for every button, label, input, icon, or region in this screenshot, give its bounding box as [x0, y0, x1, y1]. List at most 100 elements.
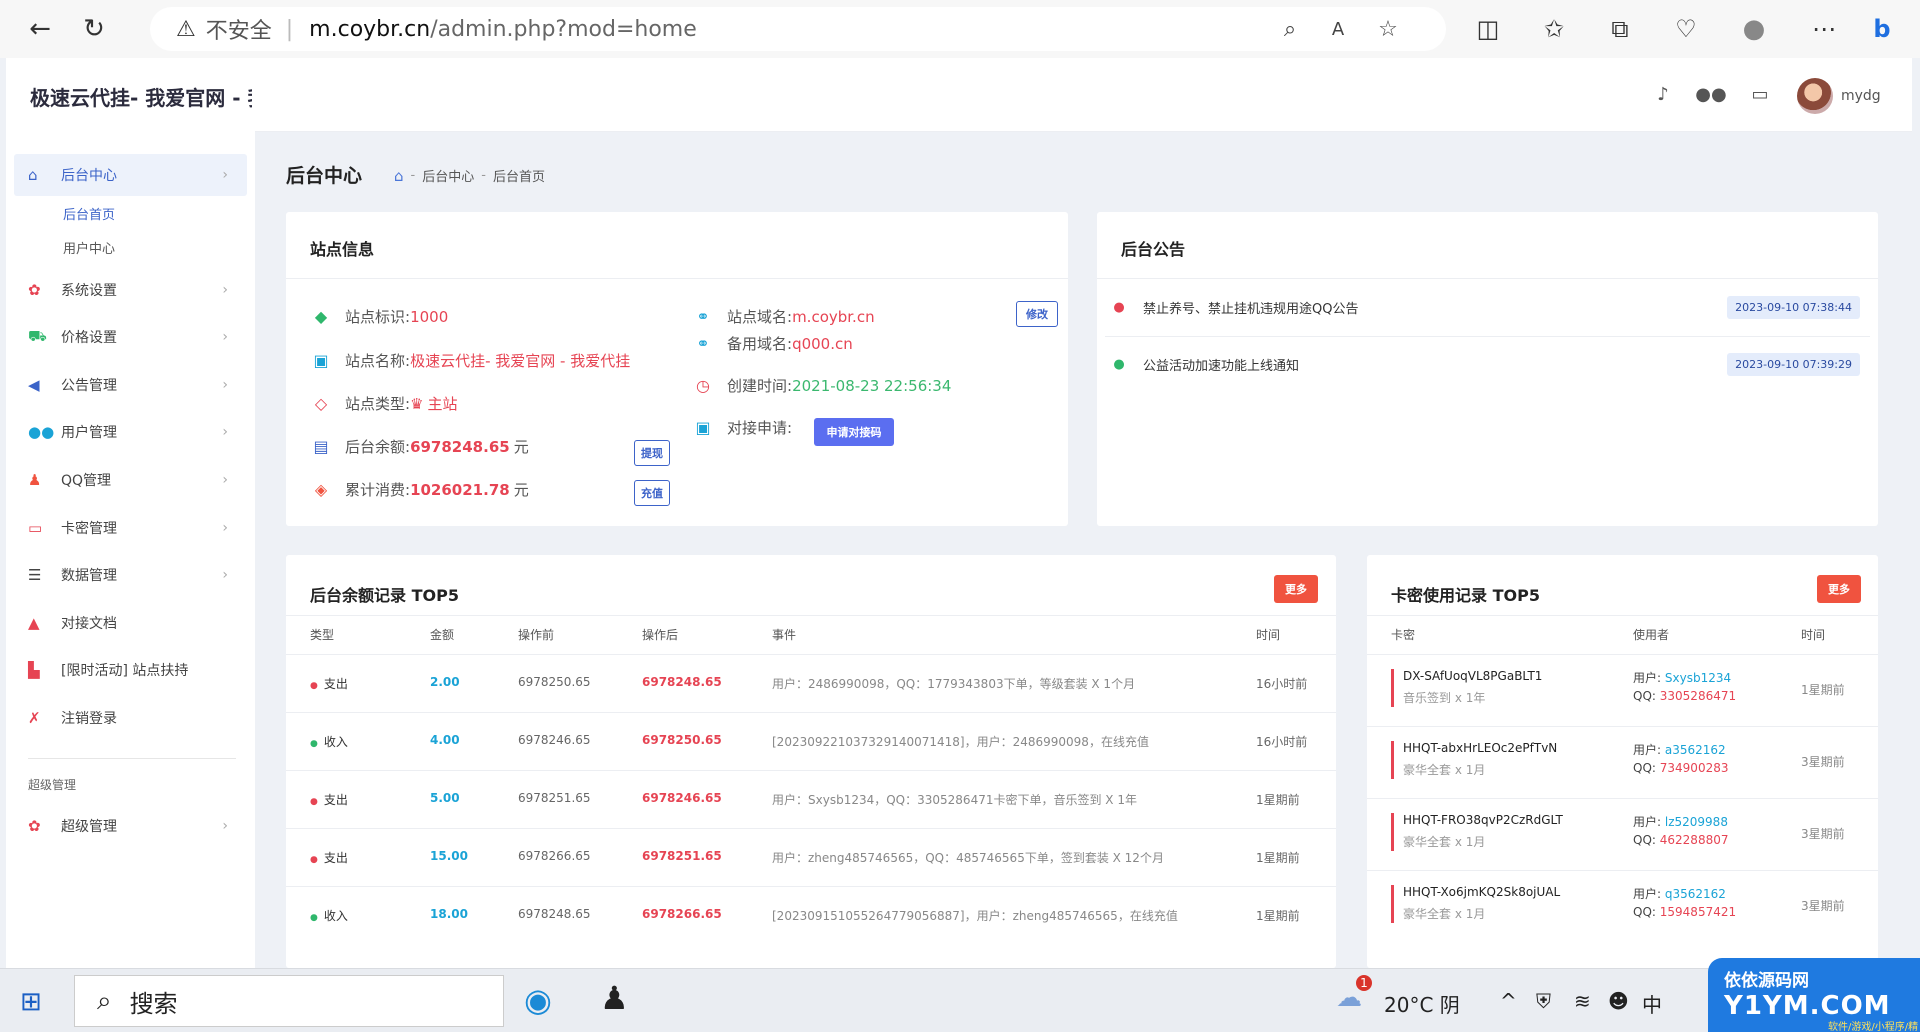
sidebar-item-activity[interactable]: ▙ [限时活动] 站点扶持 — [28, 658, 242, 682]
card-icon[interactable]: ▭ — [1748, 82, 1772, 106]
refresh-icon[interactable]: ↻ — [70, 5, 118, 53]
profile-icon[interactable]: ● — [1738, 13, 1770, 45]
ime-indicator[interactable]: 中 — [1642, 989, 1662, 1018]
sidebar-item-data[interactable]: ☰ 数据管理 › — [28, 563, 242, 587]
more-button[interactable]: 更多 — [1817, 575, 1861, 603]
event-cell: 用户：2486990098，QQ：1779343803下单，等级套装 X 1个月 — [772, 677, 1136, 691]
split-screen-icon[interactable]: ◫ — [1472, 13, 1504, 45]
amount-cell: 4.00 — [430, 733, 460, 747]
time-cell: 1星期前 — [1256, 793, 1300, 807]
chevron-right-icon: › — [222, 329, 228, 345]
chevron-right-icon: › — [222, 424, 228, 440]
balance-row: ▤ 后台余额: 6978248.65 元 — [310, 436, 528, 457]
chevron-up-icon[interactable]: ^ — [1500, 989, 1517, 1013]
money-icon: ▤ — [313, 437, 329, 456]
clock-icon: ◷ — [696, 376, 710, 395]
sidebar-item-super[interactable]: ✿ 超级管理 › — [28, 814, 242, 838]
insecure-label: 不安全 — [205, 19, 272, 44]
site-name-value: 极速云代挂- 我爱官网 - 我爱代挂 — [410, 352, 631, 370]
spent-value: 1026021.78 — [410, 480, 510, 499]
card-title: 卡密使用记录 TOP5 — [1391, 586, 1540, 605]
time-cell: 16小时前 — [1256, 677, 1308, 691]
address-bar[interactable]: ⚠ 不安全 | m.coybr.cn/admin.php?mod=home ⌕ … — [150, 7, 1446, 51]
sidebar-item-notice[interactable]: ◀ 公告管理 › — [28, 373, 242, 397]
site-name-row: ▣ 站点名称: 极速云代挂- 我爱官网 - 我爱代挂 — [310, 350, 630, 371]
zoom-icon[interactable]: ⌕ — [1276, 15, 1304, 43]
type-text: 支出 — [323, 793, 348, 807]
user-value: q3562162 — [1664, 887, 1726, 901]
withdraw-button[interactable]: 提现 — [634, 440, 670, 466]
wifi-icon[interactable]: ≋ — [1574, 989, 1591, 1013]
factory-icon: ▙ — [28, 661, 40, 679]
taskbar-search-label: 搜索 — [129, 989, 178, 1018]
sidebar-item-docs[interactable]: ▲ 对接文档 — [28, 611, 242, 635]
windows-start-icon[interactable]: ⊞ — [20, 987, 42, 1017]
breadcrumb-item[interactable]: 后台中心 — [422, 166, 474, 185]
sidebar-sub-user-center[interactable]: 用户中心 — [63, 238, 115, 257]
column-header: 时间 — [1256, 628, 1281, 642]
user-icon[interactable]: ☻ — [1608, 989, 1629, 1013]
users-icon[interactable]: ●● — [1695, 82, 1726, 106]
id-card-icon: ▣ — [313, 351, 329, 370]
health-icon[interactable]: ♡ — [1670, 13, 1702, 45]
amount-cell: 18.00 — [430, 907, 468, 921]
favorites-icon[interactable]: ✩ — [1538, 13, 1570, 45]
sidebar-item-card[interactable]: ▭ 卡密管理 › — [28, 516, 242, 540]
weather-text[interactable]: 20°C 阴 — [1384, 989, 1460, 1018]
qq-app-icon[interactable]: ♟ — [600, 979, 629, 1017]
breadcrumb-item: 后台首页 — [492, 170, 545, 185]
sidebar-item-dashboard[interactable]: ⌂ 后台中心 › — [28, 163, 242, 187]
edit-button[interactable]: 修改 — [1016, 301, 1058, 327]
announcement-item[interactable]: ● 公益活动加速功能上线通知 2023-09-10 07:39:29 — [1105, 336, 1870, 392]
sidebar-item-system[interactable]: ✿ 系统设置 › — [28, 278, 242, 302]
trophy-icon: ♛ — [410, 394, 424, 413]
watermark-logo: 依依源码网 Y1YM.COM 软件/游戏/小程序/精品 — [1708, 958, 1920, 1032]
more-button[interactable]: 更多 — [1274, 575, 1318, 603]
url-separator: | — [285, 16, 294, 42]
status-dot: ● — [310, 855, 318, 865]
table-row: ● 收入 4.00 6978246.65 6978250.65 [20230922… — [286, 712, 1336, 770]
time-cell: 16小时前 — [1256, 735, 1308, 749]
card-title: 站点信息 — [310, 240, 375, 259]
home-icon[interactable]: ⌂ — [394, 167, 404, 185]
edge-icon[interactable]: ◉ — [524, 981, 552, 1019]
bell-icon[interactable]: ♪ — [1651, 82, 1675, 106]
sidebar-item-logout[interactable]: ✗ 注销登录 — [28, 706, 242, 730]
back-icon[interactable]: ← — [16, 5, 64, 53]
avatar[interactable] — [1797, 78, 1833, 114]
sidebar-item-price[interactable]: ⛟ 价格设置 › — [28, 325, 242, 349]
favorite-star-icon[interactable]: ☆ — [1374, 15, 1402, 43]
taskbar-search[interactable]: ⌕ 搜索 — [74, 975, 504, 1027]
sidebar-item-label: 用户管理 — [61, 425, 117, 441]
sidebar-sub-home[interactable]: 后台首页 — [63, 204, 115, 223]
apply-dock-code-button[interactable]: 申请对接码 — [814, 418, 894, 446]
read-aloud-icon[interactable]: A — [1324, 15, 1352, 43]
sidebar-item-label: 卡密管理 — [61, 521, 117, 537]
created-value: 2021-08-23 22:56:34 — [792, 376, 952, 395]
username[interactable]: mydg — [1841, 88, 1881, 104]
collections-icon[interactable]: ⧉ — [1604, 13, 1636, 45]
list-item: DX-SAfUoqVL8PGaBLT1 音乐签到 x 1年 用户: Sxysb1… — [1367, 654, 1878, 726]
sidebar-item-qq[interactable]: ♟ QQ管理 › — [28, 468, 242, 492]
qq-icon: ♟ — [28, 471, 42, 489]
column-header: 金额 — [430, 628, 455, 642]
megaphone-icon: ◀ — [28, 376, 40, 394]
card-qq: QQ: 1594857421 — [1633, 905, 1736, 919]
announcement-item[interactable]: ● 禁止养号、禁止挂机违规用途QQ公告 2023-09-10 07:38:44 — [1105, 279, 1870, 335]
card-qq: QQ: 734900283 — [1633, 761, 1728, 775]
column-header: 类型 — [310, 628, 335, 642]
more-menu-icon[interactable]: ⋯ — [1808, 13, 1840, 45]
sidebar-item-label: QQ管理 — [61, 473, 112, 489]
runner-icon: ✗ — [28, 709, 41, 727]
shield-icon[interactable]: ⛨ — [1536, 989, 1551, 1013]
bing-icon[interactable]: b — [1866, 13, 1898, 45]
card-qq: QQ: 462288807 — [1633, 833, 1728, 847]
list-item: HHQT-abxHrLEOc2ePfTvN 豪华全套 x 1月 用户: a356… — [1367, 726, 1878, 798]
recharge-button[interactable]: 充值 — [634, 480, 670, 506]
chevron-right-icon: › — [222, 567, 228, 583]
after-cell: 6978248.65 — [642, 675, 722, 689]
sidebar-item-users[interactable]: ●● 用户管理 › — [28, 420, 242, 444]
event-cell: 用户：Sxysb1234，QQ：3305286471卡密下单，音乐签到 X 1年 — [772, 793, 1137, 807]
type-cell: ● 支出 — [310, 675, 348, 692]
card-package: 豪华全套 x 1月 — [1403, 763, 1486, 777]
